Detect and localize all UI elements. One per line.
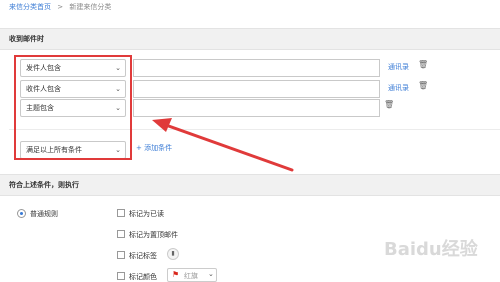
annotation-highlight-box xyxy=(14,55,132,160)
receive-section-header: 收到邮件时 xyxy=(0,28,500,50)
receive-section-title: 收到邮件时 xyxy=(9,35,44,43)
action-label-tag: 标记标签 xyxy=(129,252,157,260)
breadcrumb-home-link[interactable]: 来信分类首页 xyxy=(9,3,51,11)
color-select-value: 红旗 xyxy=(184,272,198,280)
action-label-mark-read: 标记为已读 xyxy=(129,210,164,218)
add-condition-link[interactable]: + 添加条件 xyxy=(136,143,172,153)
trash-icon[interactable]: 🗑 xyxy=(384,100,394,109)
add-icon: + xyxy=(136,144,142,152)
action-section-title: 符合上述条件，则执行 xyxy=(9,181,79,189)
condition-input-subject[interactable] xyxy=(133,99,380,117)
contacts-link-recipient[interactable]: 通讯录 xyxy=(388,83,409,93)
action-label-pin: 标记为置顶邮件 xyxy=(129,231,178,239)
action-checkbox-tag[interactable] xyxy=(117,251,125,259)
condition-input-sender[interactable] xyxy=(133,59,380,77)
trash-icon[interactable]: 🗑 xyxy=(418,60,428,69)
trash-icon[interactable]: 🗑 xyxy=(418,81,428,90)
breadcrumb: 来信分类首页 > 新建来信分类 xyxy=(9,2,111,12)
action-section-header: 符合上述条件，则执行 xyxy=(0,174,500,196)
flag-icon: ⚑ xyxy=(172,270,180,279)
watermark-text: Baidu经验 xyxy=(384,239,478,260)
action-checkbox-mark-read[interactable] xyxy=(117,209,125,217)
action-label-color: 标记颜色 xyxy=(129,273,157,281)
action-checkbox-pin[interactable] xyxy=(117,230,125,238)
add-condition-label: 添加条件 xyxy=(144,144,173,152)
rule-type-radio[interactable] xyxy=(17,209,26,218)
tag-icon[interactable]: ▮ xyxy=(167,248,179,260)
rule-type-label: 普通规则 xyxy=(30,210,58,218)
action-checkbox-color[interactable] xyxy=(117,272,125,280)
color-select[interactable]: ⚑ 红旗 ⌄ xyxy=(167,268,217,282)
condition-input-recipient[interactable] xyxy=(133,80,380,98)
breadcrumb-current: 新建来信分类 xyxy=(69,3,112,11)
breadcrumb-separator: > xyxy=(57,3,64,11)
contacts-link-sender[interactable]: 通讯录 xyxy=(388,62,409,72)
chevron-down-icon: ⌄ xyxy=(208,270,214,278)
